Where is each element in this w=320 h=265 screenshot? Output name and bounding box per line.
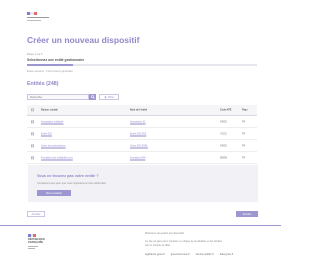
footer-link[interactable]: service-public.fr <box>196 253 214 256</box>
column-header: Code APE <box>220 108 232 112</box>
ape-code: 9499Z <box>220 144 227 147</box>
row-checkbox[interactable] <box>31 131 35 136</box>
entity-link[interactable]: Association 01 <box>130 120 146 123</box>
entity-name-link[interactable]: Union des associations <box>41 144 66 147</box>
footer-text: Ce site est géré par le ministère en cha… <box>145 240 223 243</box>
entity-link[interactable]: Entité 002 SAS <box>130 132 146 135</box>
step-progress-bar <box>27 64 257 66</box>
entity-name-link[interactable]: Entité 002 <box>41 132 52 135</box>
country: FR <box>242 120 246 123</box>
table-row[interactable]: Entité 002 Entité 002 SAS 7022Z FR <box>27 128 257 140</box>
step-label: Étape 1 sur 5 <box>27 53 43 56</box>
entries-title: Entités (248) <box>27 81 59 87</box>
column-header: Pays <box>242 108 248 112</box>
page-title: Créer un nouveau dispositif <box>27 35 140 45</box>
footer-logo-text: RÉPUBLIQUE FRANÇAISE <box>28 238 46 244</box>
country: FR <box>242 156 246 159</box>
footer-logo[interactable]: RÉPUBLIQUE FRANÇAISE <box>28 234 46 249</box>
table-row[interactable]: Union des associations Union 003 SARL 94… <box>27 140 257 152</box>
search-icon <box>90 95 95 99</box>
table-header: Raison sociale Nom de l'entité Code APE … <box>27 105 257 116</box>
row-checkbox[interactable] <box>31 119 35 124</box>
entity-link[interactable]: Fondation 004 <box>130 156 145 159</box>
footer-text: pour le compte de l'État <box>145 244 171 247</box>
search-button[interactable] <box>89 94 96 100</box>
ape-code: 8899B <box>220 156 227 159</box>
header-logo[interactable] <box>27 12 51 24</box>
row-checkbox[interactable] <box>31 143 35 148</box>
entity-name-link[interactable]: Association solidarité <box>41 120 63 123</box>
column-header: Nom de l'entité <box>130 108 148 112</box>
footer-link[interactable]: data.gouv.fr <box>220 253 234 256</box>
step-title: Sélectionnez une entité gestionnaire <box>27 58 85 62</box>
filter-label: Filtrer <box>107 95 115 99</box>
ape-code: 9499Z <box>220 120 227 123</box>
table-row[interactable]: Fondation des solidarités vers Fondation… <box>27 152 257 164</box>
column-header: Raison sociale <box>41 108 58 112</box>
next-button[interactable]: Suivant <box>236 211 258 217</box>
country: FR <box>242 132 246 135</box>
table-row[interactable]: Association solidarité Association 01 94… <box>27 116 257 128</box>
country: FR <box>242 144 246 147</box>
entities-table: Raison sociale Nom de l'entité Code APE … <box>27 105 257 164</box>
footer-text: Plateforme de gestion des dispositifs <box>145 232 184 235</box>
notice-title: Vous ne trouvez pas votre entité ? <box>37 174 99 178</box>
contact-button[interactable]: Nous contacter <box>37 190 71 196</box>
search-input[interactable] <box>27 94 89 100</box>
cancel-button[interactable]: Annuler <box>27 211 45 217</box>
entity-name-link[interactable]: Fondation des solidarités vers <box>41 156 73 159</box>
footer-links: legifrance.gouv.fr gouvernement.fr servi… <box>145 253 233 256</box>
next-step-label: Étape suivante : Informations générales <box>27 70 73 73</box>
entity-link[interactable]: Union 003 SARL <box>130 144 148 147</box>
progress-fill <box>27 64 73 66</box>
footer-link[interactable]: gouvernement.fr <box>171 253 190 256</box>
row-checkbox[interactable] <box>31 155 35 160</box>
footer-divider <box>0 225 281 226</box>
select-all-checkbox[interactable] <box>31 108 35 112</box>
filter-icon <box>104 96 107 99</box>
ape-code: 7022Z <box>220 132 227 135</box>
filter-button[interactable]: Filtrer <box>99 94 119 100</box>
footer-link[interactable]: legifrance.gouv.fr <box>145 253 165 256</box>
notice-text: Contactez-nous pour que nous l'ajoutions… <box>37 182 107 185</box>
